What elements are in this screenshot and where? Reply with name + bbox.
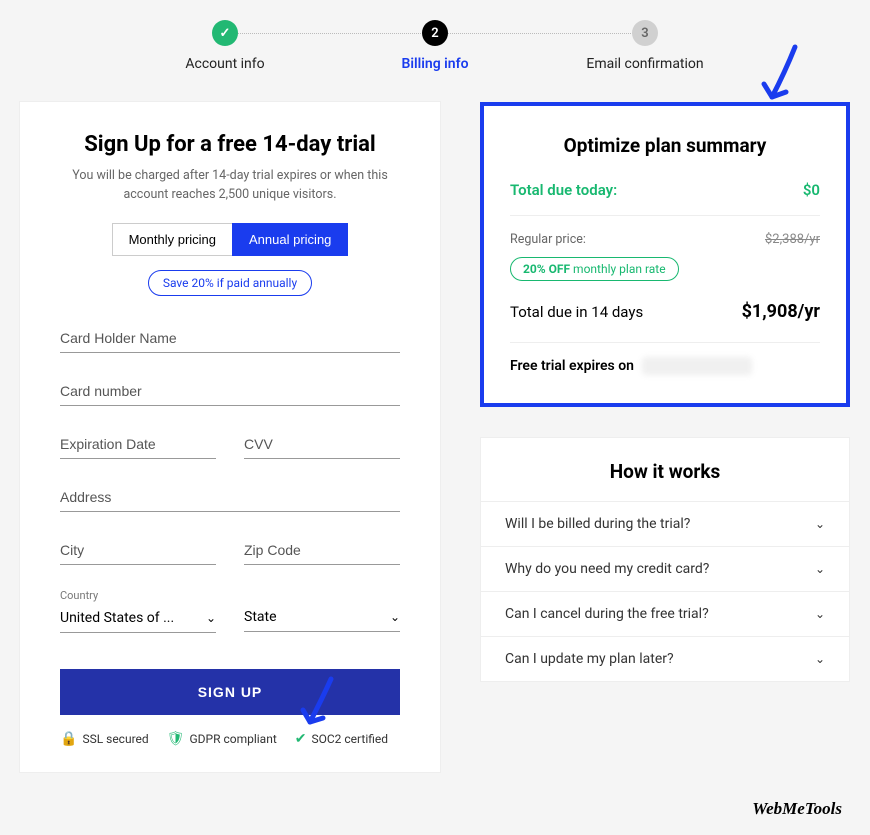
save-pill: Save 20% if paid annually xyxy=(148,270,312,296)
faq-item[interactable]: Can I cancel during the free trial? ⌄ xyxy=(481,591,849,636)
chevron-down-icon: ⌄ xyxy=(815,652,825,666)
step-billing-info: 2 Billing info xyxy=(330,20,540,72)
divider xyxy=(510,342,820,343)
chevron-down-icon: ⌄ xyxy=(206,611,216,625)
plan-summary-card: Optimize plan summary Total due today: $… xyxy=(480,102,850,407)
checkmark-icon: ✓ xyxy=(212,20,238,46)
expiration-input[interactable] xyxy=(60,430,216,459)
gdpr-label: GDPR compliant xyxy=(189,732,276,746)
soc2-label: SOC2 certified xyxy=(311,732,388,746)
trust-row: 🔒 SSL secured 🛡 GDPR compliant ✔ SOC2 ce… xyxy=(60,731,400,747)
due-today-label: Total due today: xyxy=(510,181,617,199)
watermark: WebMeTools xyxy=(752,799,842,819)
city-input[interactable] xyxy=(60,536,216,565)
how-it-works-card: How it works Will I be billed during the… xyxy=(480,437,850,682)
state-select[interactable]: State ⌄ xyxy=(244,603,400,632)
card-subtext: You will be charged after 14-day trial e… xyxy=(60,167,400,205)
faq-question: Can I cancel during the free trial? xyxy=(505,606,709,622)
faq-item[interactable]: Why do you need my credit card? ⌄ xyxy=(481,546,849,591)
chevron-down-icon: ⌄ xyxy=(815,517,825,531)
card-title: Sign Up for a free 14-day trial xyxy=(60,132,400,157)
chevron-down-icon: ⌄ xyxy=(815,562,825,576)
faq-question: Why do you need my credit card? xyxy=(505,561,709,577)
step-email-confirmation: 3 Email confirmation xyxy=(540,20,750,72)
country-label: Country xyxy=(60,589,216,602)
signup-button[interactable]: SIGN UP xyxy=(60,669,400,715)
faq-question: Can I update my plan later? xyxy=(505,651,674,667)
discount-pill: 20% OFF monthly plan rate xyxy=(510,257,679,281)
step-account-info: ✓ Account info xyxy=(120,20,330,72)
cvv-input[interactable] xyxy=(244,430,400,459)
country-value: United States of ... xyxy=(60,610,174,626)
summary-title: Optimize plan summary xyxy=(510,134,820,157)
due-label: Total due in 14 days xyxy=(510,303,643,321)
step-label: Account info xyxy=(185,56,264,72)
regular-price-value: $2,388/yr xyxy=(765,232,820,247)
zip-input[interactable] xyxy=(244,536,400,565)
card-holder-input[interactable] xyxy=(60,324,400,353)
faq-question: Will I be billed during the trial? xyxy=(505,516,690,532)
annual-pricing-button[interactable]: Annual pricing xyxy=(232,223,348,256)
how-title: How it works xyxy=(481,460,849,483)
divider xyxy=(510,215,820,216)
shield-icon: 🛡 xyxy=(167,731,185,747)
step-number-icon: 2 xyxy=(422,20,448,46)
due-value: $1,908/yr xyxy=(742,301,820,322)
signup-card: Sign Up for a free 14-day trial You will… xyxy=(20,102,440,772)
faq-item[interactable]: Can I update my plan later? ⌄ xyxy=(481,636,849,681)
due-today-value: $0 xyxy=(803,181,820,199)
card-number-input[interactable] xyxy=(60,377,400,406)
stepper: ✓ Account info 2 Billing info 3 Email co… xyxy=(0,0,870,102)
expiry-date-redacted xyxy=(642,357,752,375)
country-select[interactable]: United States of ... ⌄ xyxy=(60,604,216,633)
step-label: Billing info xyxy=(401,56,468,72)
expiry-row: Free trial expires on xyxy=(510,357,820,375)
expiry-label: Free trial expires on xyxy=(510,358,634,374)
faq-item[interactable]: Will I be billed during the trial? ⌄ xyxy=(481,501,849,546)
chevron-down-icon: ⌄ xyxy=(815,607,825,621)
address-input[interactable] xyxy=(60,483,400,512)
lock-icon: 🔒 xyxy=(60,731,77,747)
ssl-label: SSL secured xyxy=(82,732,148,746)
pricing-toggle: Monthly pricing Annual pricing xyxy=(60,223,400,256)
regular-price-label: Regular price: xyxy=(510,232,586,247)
chevron-down-icon: ⌄ xyxy=(390,610,400,624)
monthly-pricing-button[interactable]: Monthly pricing xyxy=(112,223,232,256)
state-placeholder: State xyxy=(244,609,277,625)
check-shield-icon: ✔ xyxy=(295,731,307,747)
step-label: Email confirmation xyxy=(586,56,703,72)
step-number-icon: 3 xyxy=(632,20,658,46)
